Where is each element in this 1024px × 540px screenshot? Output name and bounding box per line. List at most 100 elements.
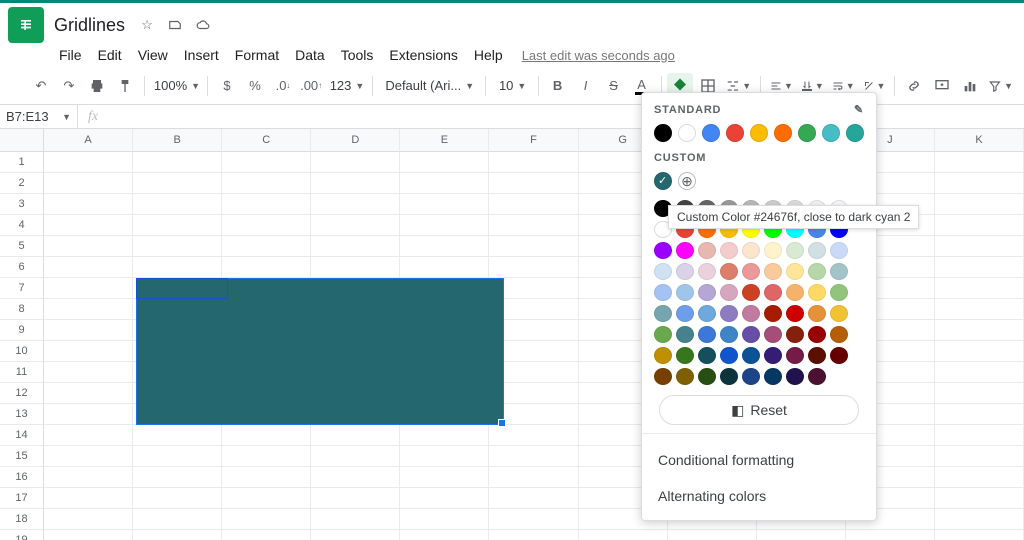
row-header[interactable]: 7 <box>0 278 44 299</box>
cell[interactable] <box>400 467 489 488</box>
palette-color-swatch[interactable] <box>698 326 716 343</box>
row-header[interactable]: 11 <box>0 362 44 383</box>
add-custom-color-button[interactable]: ⊕ <box>678 172 696 190</box>
cell[interactable] <box>44 278 133 299</box>
row-header[interactable]: 12 <box>0 383 44 404</box>
palette-color-swatch[interactable] <box>786 326 804 343</box>
column-header[interactable]: C <box>222 129 311 152</box>
row-header[interactable]: 9 <box>0 320 44 341</box>
palette-color-swatch[interactable] <box>698 263 716 280</box>
palette-color-swatch[interactable] <box>786 263 804 280</box>
menu-file[interactable]: File <box>52 45 89 65</box>
palette-color-swatch[interactable] <box>764 263 782 280</box>
cell[interactable] <box>222 509 311 530</box>
palette-color-swatch[interactable] <box>764 368 782 385</box>
standard-color-swatch[interactable] <box>678 124 696 142</box>
palette-color-swatch[interactable] <box>786 347 804 364</box>
palette-color-swatch[interactable] <box>830 347 848 364</box>
palette-color-swatch[interactable] <box>676 284 694 301</box>
palette-color-swatch[interactable] <box>786 368 804 385</box>
cell[interactable] <box>133 257 222 278</box>
increase-decimal-button[interactable]: .00↑ <box>298 73 324 99</box>
palette-color-swatch[interactable] <box>786 284 804 301</box>
cell[interactable] <box>222 215 311 236</box>
cell[interactable] <box>44 299 133 320</box>
more-formats-dropdown[interactable]: 123▼ <box>326 73 366 99</box>
row-header[interactable]: 14 <box>0 425 44 446</box>
cell[interactable] <box>400 425 489 446</box>
cell[interactable] <box>44 320 133 341</box>
cell[interactable] <box>44 383 133 404</box>
filter-button[interactable]: ▼ <box>985 73 1016 99</box>
cell[interactable] <box>668 530 757 540</box>
cell[interactable] <box>133 215 222 236</box>
cell[interactable] <box>579 530 668 540</box>
cell[interactable] <box>222 173 311 194</box>
palette-color-swatch[interactable] <box>720 326 738 343</box>
custom-color-swatch[interactable] <box>654 172 672 190</box>
cell[interactable] <box>489 446 578 467</box>
redo-button[interactable]: ↷ <box>56 73 82 99</box>
cell[interactable] <box>400 173 489 194</box>
standard-color-swatch[interactable] <box>702 124 720 142</box>
cell[interactable] <box>311 488 400 509</box>
cell[interactable] <box>935 362 1024 383</box>
menu-format[interactable]: Format <box>228 45 286 65</box>
row-header[interactable]: 3 <box>0 194 44 215</box>
palette-color-swatch[interactable] <box>720 368 738 385</box>
cell[interactable] <box>222 488 311 509</box>
cell[interactable] <box>489 488 578 509</box>
cell[interactable] <box>44 257 133 278</box>
palette-color-swatch[interactable] <box>720 284 738 301</box>
font-size-dropdown[interactable]: 10▼ <box>492 73 532 99</box>
cell[interactable] <box>44 509 133 530</box>
palette-color-swatch[interactable] <box>654 305 672 322</box>
cell[interactable] <box>935 236 1024 257</box>
row-header[interactable]: 5 <box>0 236 44 257</box>
cell[interactable] <box>133 173 222 194</box>
palette-color-swatch[interactable] <box>654 242 672 259</box>
palette-color-swatch[interactable] <box>830 242 848 259</box>
cell[interactable] <box>311 236 400 257</box>
insert-link-button[interactable] <box>901 73 927 99</box>
row-header[interactable]: 8 <box>0 299 44 320</box>
cell[interactable] <box>44 404 133 425</box>
palette-color-swatch[interactable] <box>698 305 716 322</box>
cell[interactable] <box>133 467 222 488</box>
cell[interactable] <box>222 446 311 467</box>
cell[interactable] <box>133 194 222 215</box>
insert-chart-button[interactable] <box>957 73 983 99</box>
cell[interactable] <box>757 530 846 540</box>
palette-color-swatch[interactable] <box>654 347 672 364</box>
cell[interactable] <box>222 152 311 173</box>
palette-color-swatch[interactable] <box>654 263 672 280</box>
cell[interactable] <box>935 257 1024 278</box>
cell[interactable] <box>489 467 578 488</box>
palette-color-swatch[interactable] <box>742 242 760 259</box>
paint-format-button[interactable] <box>112 73 138 99</box>
cell[interactable] <box>133 488 222 509</box>
palette-color-swatch[interactable] <box>786 305 804 322</box>
palette-color-swatch[interactable] <box>830 305 848 322</box>
row-header[interactable]: 16 <box>0 467 44 488</box>
cell[interactable] <box>311 446 400 467</box>
row-header[interactable]: 1 <box>0 152 44 173</box>
cell[interactable] <box>44 341 133 362</box>
cell[interactable] <box>935 404 1024 425</box>
cell[interactable] <box>935 446 1024 467</box>
row-header[interactable]: 6 <box>0 257 44 278</box>
cell[interactable] <box>311 257 400 278</box>
doc-title[interactable]: Gridlines <box>50 15 129 36</box>
cell[interactable] <box>44 173 133 194</box>
cell[interactable] <box>935 509 1024 530</box>
star-icon[interactable]: ☆ <box>137 15 157 35</box>
cell[interactable] <box>44 446 133 467</box>
palette-color-swatch[interactable] <box>676 326 694 343</box>
cell[interactable] <box>311 215 400 236</box>
row-header[interactable]: 4 <box>0 215 44 236</box>
cell[interactable] <box>222 194 311 215</box>
cell[interactable] <box>222 530 311 540</box>
formula-input[interactable] <box>108 105 1024 128</box>
cell[interactable] <box>400 257 489 278</box>
cell[interactable] <box>489 173 578 194</box>
